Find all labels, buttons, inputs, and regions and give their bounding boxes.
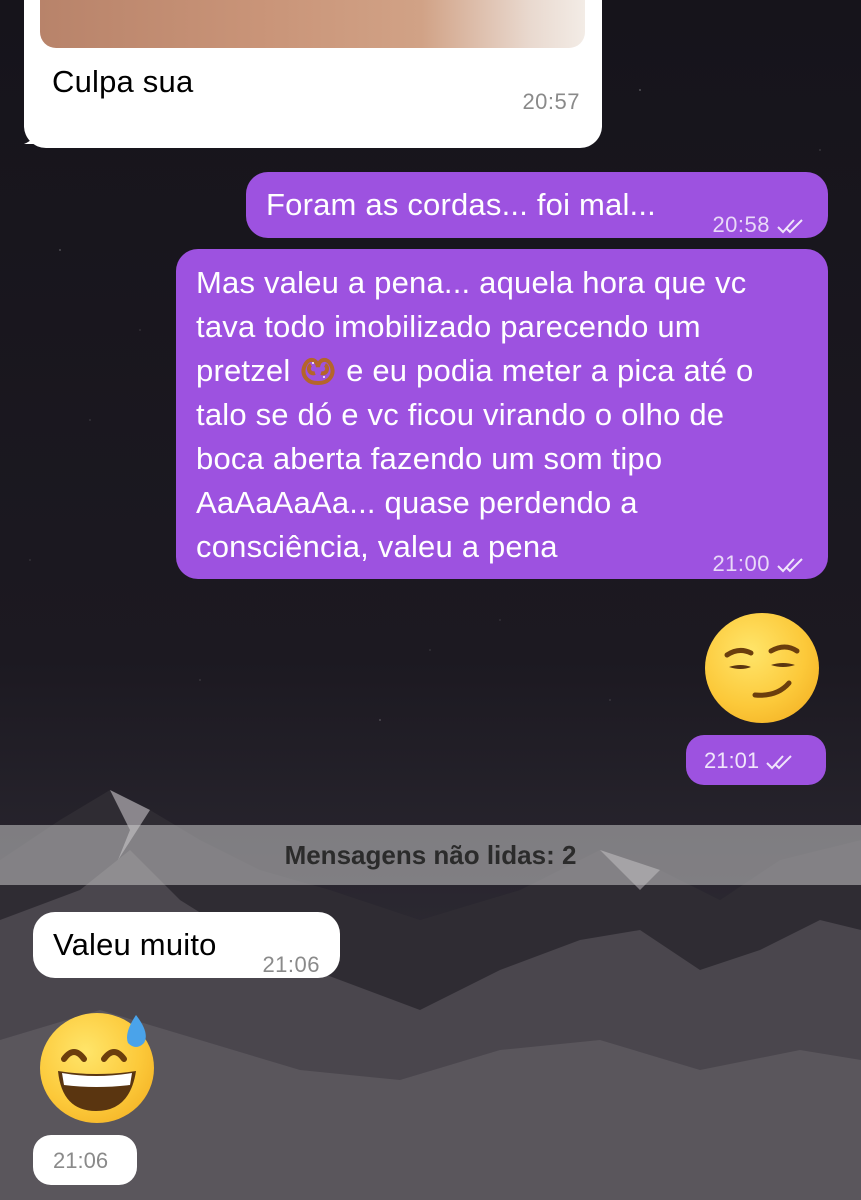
message-time: 21:06 [262,952,320,977]
message-time: 21:01 [704,748,760,773]
message-line: talo se dó e vc ficou virando o olho de [196,397,725,432]
emoji-message-status: 21:01 [686,735,826,785]
message-time: 21:00 [712,551,770,576]
read-ticks-icon [777,219,803,234]
outgoing-message[interactable]: Foram as cordas... foi mal... 20:58 [246,172,828,238]
message-line: consciência, valeu a pena [196,529,558,564]
message-status: 20:58 [712,203,806,247]
sweat-face-drawing [58,1015,146,1111]
message-time: 20:57 [522,89,580,114]
incoming-photo-message[interactable]: Culpa sua 20:57 [24,0,602,148]
emoji-message-status: 21:06 [33,1135,137,1185]
incoming-message[interactable]: Valeu muito 21:06 [33,912,340,978]
outgoing-message[interactable]: Mas valeu a pena... aquela hora que vc t… [176,249,828,579]
message-photo[interactable] [40,0,585,48]
message-time: 20:58 [712,212,770,237]
unread-messages-banner: Mensagens não lidas: 2 [0,825,861,885]
message-line: Mas valeu a pena... aquela hora que vc [196,265,747,300]
read-ticks-icon [766,755,792,770]
smirking-face-icon[interactable] [705,613,819,723]
grinning-face-with-sweat-icon[interactable] [40,1013,154,1123]
message-time: 21:06 [53,1148,109,1173]
smirk-face-drawing [724,644,800,698]
message-line: boca aberta fazendo um som tipo [196,441,663,476]
read-ticks-icon [777,558,803,573]
message-line: e eu podia meter a pica até o [337,353,754,388]
message-line: AaAaAaAa... quase perdendo a [196,485,638,520]
bubble-tail [24,118,50,144]
unread-banner-text: Mensagens não lidas: 2 [284,839,577,870]
pretzel-emoji-icon [301,358,335,386]
message-text: Mas valeu a pena... aquela hora que vc t… [196,261,806,569]
message-status: 21:00 [712,542,806,586]
message-line: tava todo imobilizado parecendo um [196,309,701,344]
message-text: Valeu muito [53,927,217,962]
message-text: Foram as cordas... foi mal... [266,187,656,222]
message-text: Culpa sua [52,64,194,99]
message-line: pretzel [196,353,300,388]
